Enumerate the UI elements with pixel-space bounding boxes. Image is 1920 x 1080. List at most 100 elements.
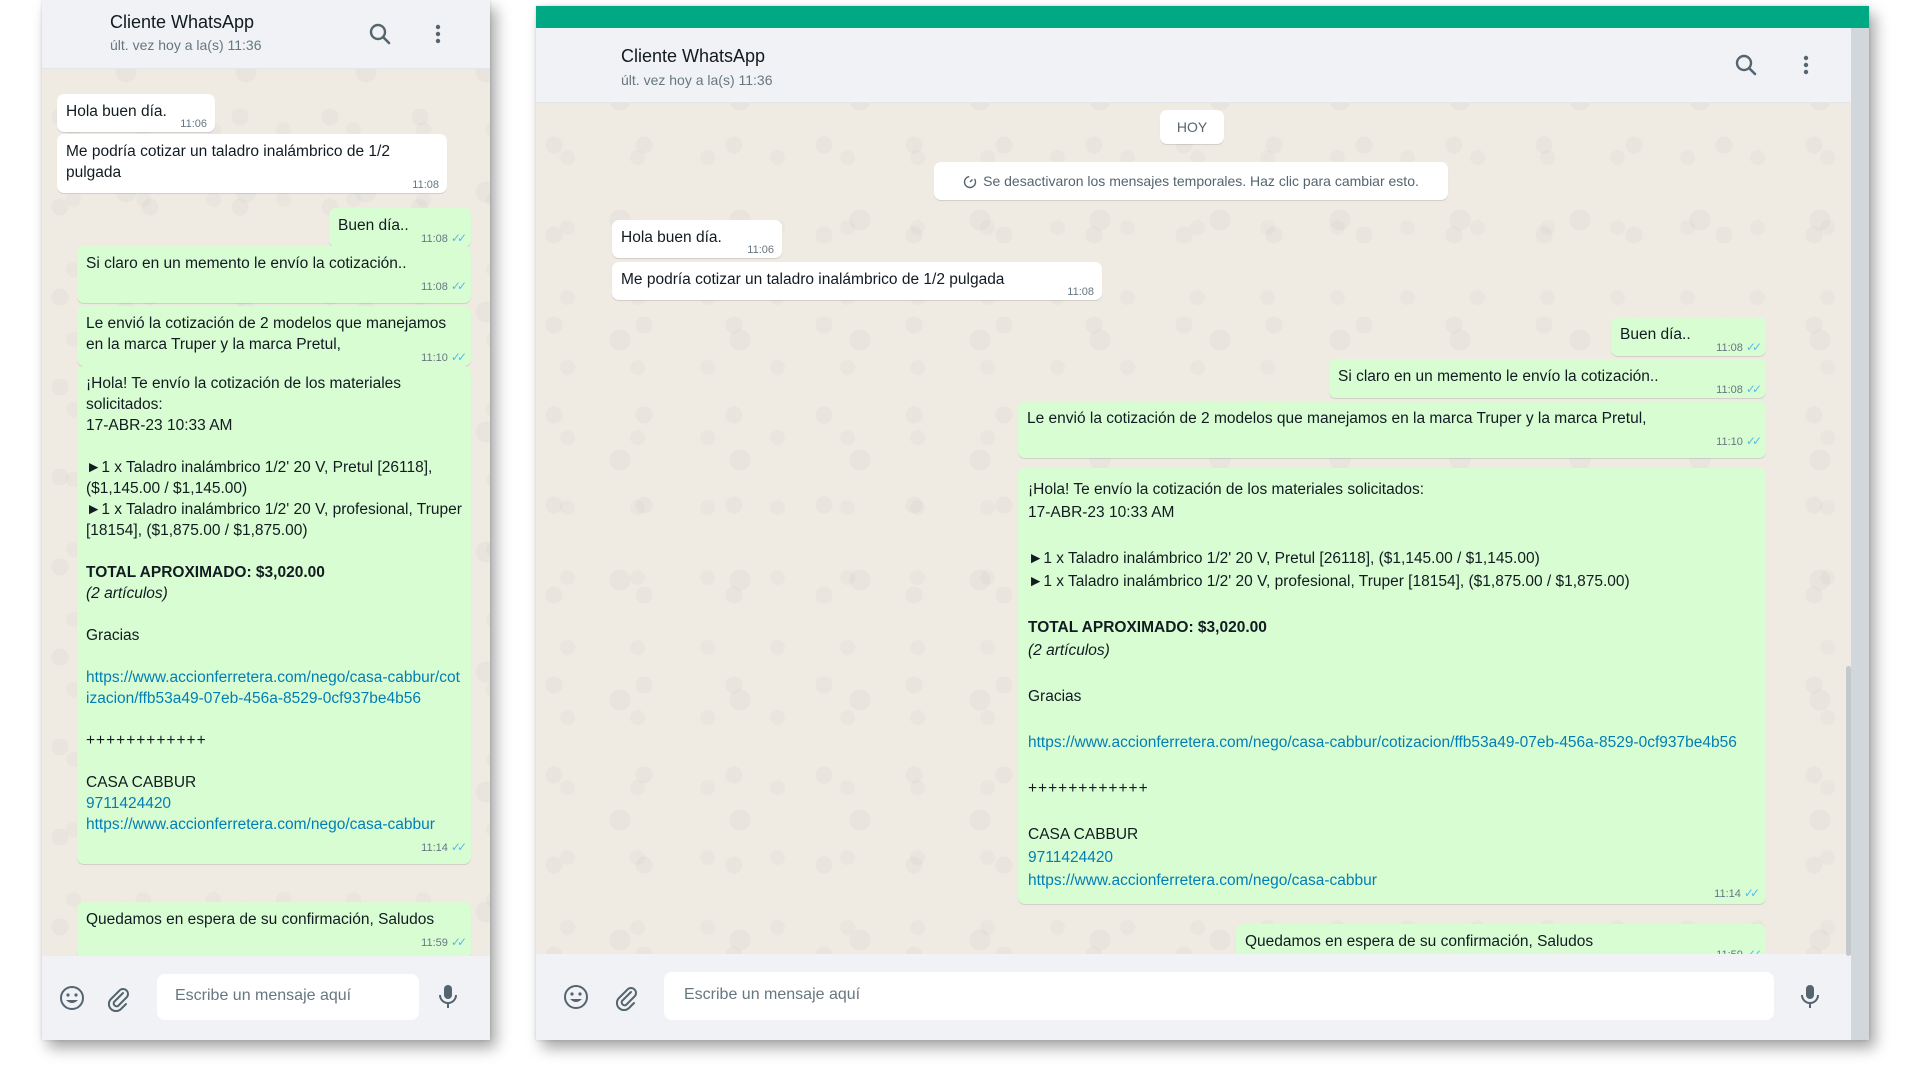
phone-link[interactable]: 9711424420 (86, 793, 463, 814)
read-ticks-icon: ✓✓ (450, 279, 467, 293)
read-ticks-icon: ✓✓ (450, 350, 467, 364)
emoji-icon[interactable] (58, 984, 86, 1012)
quote-thanks: Gracias (86, 627, 140, 644)
message-list[interactable]: Hola buen día. 11:06 Me podría cotizar un… (42, 68, 490, 959)
message-text: Hola buen día. (66, 103, 167, 120)
business-name: CASA CABBUR (86, 774, 197, 791)
site-link[interactable]: https://www.accionferretera.com/nego/cas… (1028, 869, 1377, 892)
read-ticks-icon: ✓✓ (1745, 382, 1762, 396)
message-time: 11:08 ✓✓ (1716, 382, 1762, 396)
attach-icon[interactable] (104, 984, 132, 1012)
quote-count: (2 artículos) (86, 585, 168, 602)
narrow-chat-window: Cliente WhatsApp últ. vez hoy a la(s) 11… (42, 0, 490, 1040)
read-ticks-icon: ✓✓ (1745, 434, 1762, 448)
message-input-placeholder: Escribe un mensaje aquí (684, 986, 861, 1003)
mic-icon[interactable] (1796, 982, 1824, 1010)
site-link[interactable]: https://www.accionferretera.com/nego/cas… (86, 814, 463, 835)
read-ticks-icon: ✓✓ (1743, 886, 1760, 900)
read-ticks-icon: ✓✓ (450, 231, 467, 245)
message-quotation[interactable]: ¡Hola! Te envío la cotización de los mat… (77, 366, 471, 864)
system-notice[interactable]: Se desactivaron los mensajes temporales.… (934, 162, 1448, 200)
message-outgoing[interactable]: Si claro en un memento le envío la cotiz… (1329, 359, 1766, 398)
quote-item: ►1 x Taladro inalámbrico 1/2' 20 V, prof… (86, 501, 462, 539)
read-ticks-icon: ✓✓ (450, 840, 467, 854)
quote-date: 17-ABR-23 10:33 AM (86, 417, 233, 434)
message-input-placeholder: Escribe un mensaje aquí (175, 987, 352, 1004)
message-time: 11:08 ✓✓ (421, 279, 467, 293)
message-list[interactable]: HOY Se desactivaron los mensajes tempora… (536, 102, 1851, 963)
message-text: Le envió la cotización de 2 modelos que … (86, 315, 447, 353)
message-text: Le envió la cotización de 2 modelos que … (1027, 410, 1647, 427)
message-time: 11:10 ✓✓ (1716, 434, 1762, 448)
quote-link[interactable]: https://www.accionferretera.com/nego/cas… (1028, 731, 1756, 754)
message-incoming[interactable]: Me podría cotizar un taladro inalámbrico… (57, 134, 447, 193)
message-outgoing[interactable]: Buen día.. 11:08 ✓✓ (1611, 317, 1766, 356)
message-input[interactable]: Escribe un mensaje aquí (157, 974, 419, 1020)
message-outgoing[interactable]: Quedamos en espera de su confirmación, S… (77, 902, 471, 959)
quote-separator: ++++++++++++ (86, 732, 207, 749)
attach-icon[interactable] (612, 983, 640, 1011)
message-time: 11:08 (1067, 286, 1094, 298)
contact-name[interactable]: Cliente WhatsApp (621, 46, 765, 67)
accent-bar (536, 6, 1869, 28)
read-ticks-icon: ✓✓ (1745, 340, 1762, 354)
message-time: 11:08 (412, 179, 439, 191)
wide-chat-window: Cliente WhatsApp últ. vez hoy a la(s) 11… (536, 6, 1869, 1040)
quote-intro: ¡Hola! Te envío la cotización de los mat… (1028, 481, 1425, 498)
message-outgoing[interactable]: Le envió la cotización de 2 modelos que … (77, 306, 471, 366)
emoji-icon[interactable] (562, 983, 590, 1011)
quote-item: ►1 x Taladro inalámbrico 1/2' 20 V, Pret… (86, 459, 433, 497)
message-incoming[interactable]: Hola buen día. 11:06 (57, 94, 215, 132)
quote-item: ►1 x Taladro inalámbrico 1/2' 20 V, Pret… (1028, 550, 1540, 567)
message-input[interactable]: Escribe un mensaje aquí (664, 972, 1774, 1020)
message-outgoing[interactable]: Le envió la cotización de 2 modelos que … (1018, 401, 1766, 458)
message-text: Quedamos en espera de su confirmación, S… (1245, 933, 1594, 950)
last-seen: últ. vez hoy a la(s) 11:36 (621, 72, 773, 88)
message-text: Buen día.. (1620, 326, 1691, 343)
menu-dots-icon[interactable] (424, 20, 452, 48)
message-outgoing[interactable]: Buen día.. 11:08 ✓✓ (329, 208, 471, 247)
message-time: 11:08 ✓✓ (1716, 340, 1762, 354)
message-text: Buen día.. (338, 217, 409, 234)
system-notice-text: Se desactivaron los mensajes temporales.… (983, 173, 1419, 189)
message-text: Si claro en un memento le envío la cotiz… (86, 255, 407, 272)
date-divider: HOY (1160, 110, 1224, 144)
message-incoming[interactable]: Me podría cotizar un taladro inalámbrico… (612, 262, 1102, 300)
message-text: Hola buen día. (621, 229, 722, 246)
chat-header[interactable]: Cliente WhatsApp últ. vez hoy a la(s) 11… (42, 0, 490, 69)
message-time: 11:14 ✓✓ (1714, 886, 1760, 900)
message-time: 11:06 (180, 118, 207, 130)
quote-thanks: Gracias (1028, 688, 1082, 705)
message-outgoing[interactable]: Si claro en un memento le envío la cotiz… (77, 246, 471, 303)
message-text: Si claro en un memento le envío la cotiz… (1338, 368, 1659, 385)
contact-name[interactable]: Cliente WhatsApp (110, 12, 254, 33)
chat-panel: Cliente WhatsApp últ. vez hoy a la(s) 11… (536, 28, 1851, 1040)
composer-bar: Escribe un mensaje aquí (536, 954, 1851, 1040)
message-time: 11:59✓✓ (421, 935, 467, 949)
message-incoming[interactable]: Hola buen día. 11:06 (612, 220, 782, 258)
quote-item: ►1 x Taladro inalámbrico 1/2' 20 V, prof… (1028, 573, 1630, 590)
timer-icon (963, 175, 977, 189)
search-icon[interactable] (366, 20, 394, 48)
message-time: 11:06 (747, 244, 774, 256)
read-ticks-icon: ✓✓ (450, 935, 467, 949)
message-time: 11:14 ✓✓ (421, 840, 467, 854)
scrollbar-thumb[interactable] (1846, 666, 1851, 956)
quote-link[interactable]: https://www.accionferretera.com/nego/cas… (86, 667, 463, 709)
business-name: CASA CABBUR (1028, 826, 1139, 843)
search-icon[interactable] (1732, 51, 1760, 79)
menu-dots-icon[interactable] (1792, 51, 1820, 79)
message-text: Quedamos en espera de su confirmación, S… (86, 911, 435, 928)
message-text: Me podría cotizar un taladro inalámbrico… (621, 271, 1005, 288)
quote-separator: ++++++++++++ (1028, 780, 1149, 797)
quote-total: TOTAL APROXIMADO: $3,020.00 (1028, 619, 1267, 636)
mic-icon[interactable] (434, 982, 462, 1010)
quote-total: TOTAL APROXIMADO: $3,020.00 (86, 564, 325, 581)
phone-link[interactable]: 9711424420 (1028, 846, 1756, 869)
message-quotation[interactable]: ¡Hola! Te envío la cotización de los mat… (1018, 468, 1766, 904)
quote-count: (2 artículos) (1028, 642, 1110, 659)
quote-intro: ¡Hola! Te envío la cotización de los mat… (86, 375, 402, 413)
chat-header[interactable]: Cliente WhatsApp últ. vez hoy a la(s) 11… (536, 28, 1851, 103)
message-text: Me podría cotizar un taladro inalámbrico… (66, 143, 390, 181)
last-seen: últ. vez hoy a la(s) 11:36 (110, 37, 262, 53)
